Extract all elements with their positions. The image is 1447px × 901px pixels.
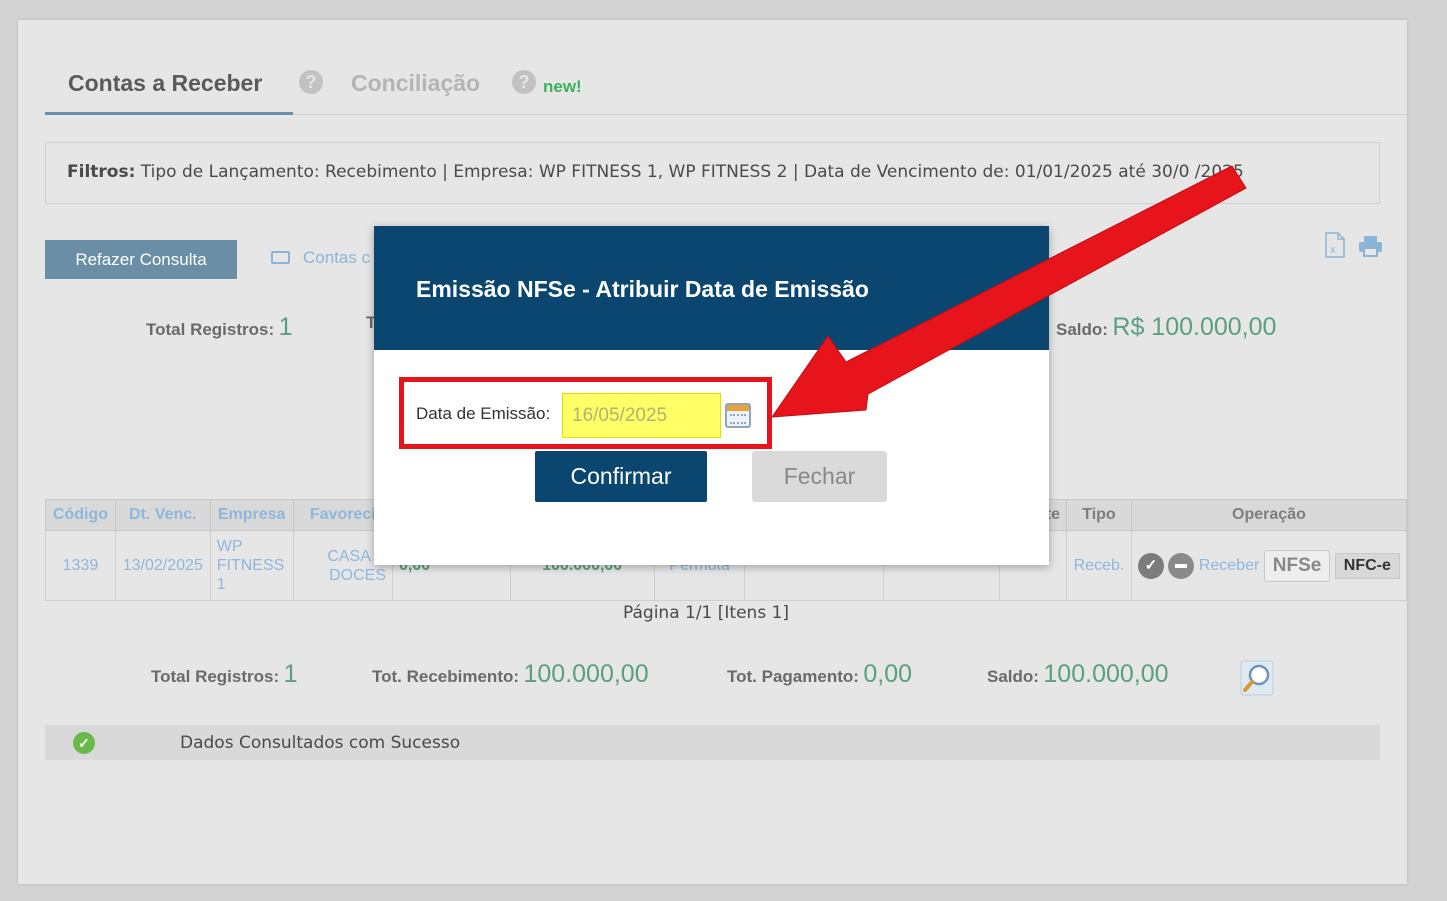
nfce-button[interactable]: NFC-e: [1334, 552, 1400, 579]
nfse-button[interactable]: NFSe: [1263, 549, 1331, 582]
dialog-header: Emissão NFSe - Atribuir Data de Emissão: [374, 226, 1049, 350]
cell-empresa: WP FITNESS 1: [209, 530, 294, 601]
close-button[interactable]: Fechar: [752, 451, 887, 502]
filters-text: Tipo de Lançamento: Recebimento | Empres…: [140, 162, 1244, 182]
success-check-icon: ✓: [73, 732, 95, 754]
tot-recebimento: Tot. Recebimento: 100.000,00: [372, 660, 649, 688]
tab-bar: Contas a Receber ? Conciliação ? new!: [45, 68, 1407, 115]
status-message: Dados Consultados com Sucesso: [180, 733, 461, 753]
svg-text:x: x: [1330, 244, 1336, 256]
cancel-icon[interactable]: [1168, 552, 1195, 579]
refazer-consulta-button[interactable]: Refazer Consulta: [45, 240, 237, 279]
dialog-title: Emissão NFSe - Atribuir Data de Emissão: [416, 276, 869, 302]
help-icon[interactable]: ?: [512, 70, 536, 94]
col-codigo[interactable]: Código: [45, 499, 116, 531]
col-empresa[interactable]: Empresa: [209, 499, 294, 531]
total-registros-top: Total Registros: 1: [146, 313, 293, 341]
confirm-button[interactable]: Confirmar: [535, 451, 707, 502]
saldo-bottom: Saldo: 100.000,00: [987, 660, 1169, 688]
col-operacao: Operação: [1130, 499, 1408, 531]
new-badge: new!: [543, 77, 582, 96]
help-icon[interactable]: ?: [299, 70, 323, 94]
pagination-info: Página 1/1 [Itens 1]: [623, 603, 790, 623]
col-dt-venc[interactable]: Dt. Venc.: [114, 499, 211, 531]
excel-export-icon[interactable]: x: [1324, 232, 1346, 258]
saldo-top: Saldo: R$ 100.000,00: [1056, 313, 1277, 341]
cell-operacao: ✓ Receber NFSe NFC-e: [1130, 530, 1408, 601]
tab-conciliacao[interactable]: Conciliação: [351, 68, 480, 115]
print-icon[interactable]: [1358, 235, 1383, 257]
magnifier-icon[interactable]: [1240, 660, 1274, 696]
money-icon: [271, 251, 290, 264]
filters-label: Filtros:: [67, 162, 136, 182]
contas-link[interactable]: Contas c: [271, 248, 370, 268]
cell-dt-venc: 13/02/2025: [114, 530, 211, 601]
filters-bar: Filtros: Tipo de Lançamento: Recebimento…: [45, 142, 1380, 204]
tot-pagamento: Tot. Pagamento: 0,00: [727, 660, 913, 688]
cell-tipo: Receb.: [1066, 530, 1132, 601]
status-bar: ✓ Dados Consultados com Sucesso: [45, 725, 1380, 760]
approve-icon[interactable]: ✓: [1137, 552, 1164, 579]
cell-codigo[interactable]: 1339: [45, 530, 116, 601]
total-registros-bottom: Total Registros: 1: [151, 660, 298, 688]
receber-link[interactable]: Receber: [1199, 557, 1259, 575]
highlight-box: [399, 377, 772, 449]
col-tipo[interactable]: Tipo: [1066, 499, 1132, 531]
tab-contas-a-receber[interactable]: Contas a Receber: [45, 68, 293, 115]
